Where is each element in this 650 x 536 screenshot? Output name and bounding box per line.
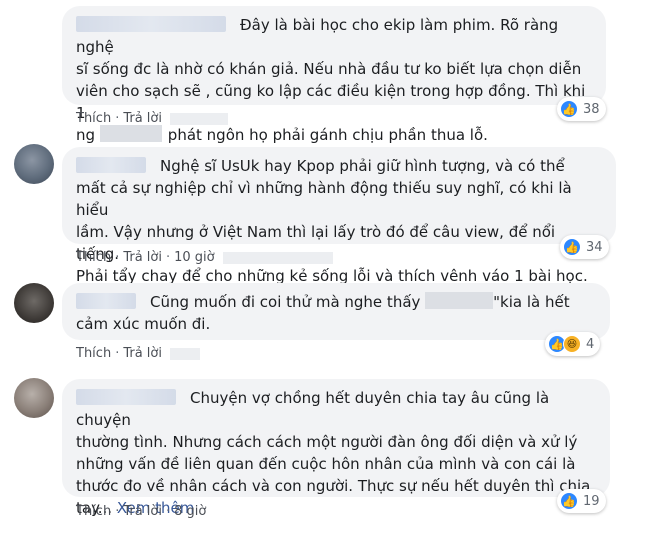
comment-text-line: sĩ sống đc là nhờ có khán giả. Nếu nhà đ… xyxy=(76,60,582,78)
reply-link[interactable]: Trả lời xyxy=(123,250,162,265)
like-icon: 👍 xyxy=(563,238,581,256)
reaction-count: 34 xyxy=(586,239,603,255)
commenter-name-redacted[interactable] xyxy=(76,388,176,405)
reply-link[interactable]: Trả lời xyxy=(123,346,162,361)
reaction-count: 19 xyxy=(583,493,600,509)
separator: · xyxy=(165,504,171,519)
commenter-name-redacted[interactable] xyxy=(76,15,226,32)
like-icon: 👍 xyxy=(560,492,578,510)
reaction-summary[interactable]: 👍 38 xyxy=(557,97,606,121)
comment-text-line: "kia là hết xyxy=(493,293,570,311)
reply-link[interactable]: Trả lời xyxy=(123,111,162,126)
like-link[interactable]: Thích xyxy=(76,504,111,519)
timestamp-redacted[interactable] xyxy=(169,347,200,360)
avatar[interactable] xyxy=(14,378,54,418)
comment-text-line: phát ngôn họ phải gánh chịu phần thua lỗ… xyxy=(167,126,488,144)
reaction-summary[interactable]: 👍 34 xyxy=(560,235,609,259)
comment-text-line: Cũng muốn đi coi thử mà nghe thấy xyxy=(150,293,426,311)
redacted-text xyxy=(222,251,333,264)
comment-text-line: những vấn đề liên quan đến cuộc hôn nhân… xyxy=(76,455,576,473)
comment-actions: Thích · Trả lời · 10 giờ xyxy=(76,250,333,265)
comment-actions: Thích · Trả lời xyxy=(76,346,200,361)
comment-text-line: thường tình. Nhưng cách cách một người đ… xyxy=(76,433,578,451)
like-link[interactable]: Thích xyxy=(76,111,111,126)
reaction-summary[interactable]: 👍 😆 4 xyxy=(545,332,601,356)
comment-text-line: thước đo về nhân cách và con người. Thực… xyxy=(76,477,591,495)
separator: · xyxy=(115,250,120,265)
separator: · xyxy=(165,250,171,265)
comment-bubble: Nghệ sĩ UsUk hay Kpop phải giữ hình tượn… xyxy=(62,147,616,285)
avatar[interactable] xyxy=(14,283,54,323)
comment-bubble: Chuyện vợ chồng hết duyên chia tay âu cũ… xyxy=(62,379,610,517)
comment-bubble: Đây là bài học cho ekip làm phim. Rõ ràn… xyxy=(62,6,606,144)
reaction-count: 38 xyxy=(583,101,600,117)
redacted-text xyxy=(425,292,494,309)
timestamp-redacted[interactable] xyxy=(169,112,228,125)
commenter-name-redacted[interactable] xyxy=(76,292,136,309)
like-link[interactable]: Thích xyxy=(76,346,111,361)
comment-actions: Thích · Trả lời xyxy=(76,111,228,126)
comment-text-line: cảm xúc muốn đi. xyxy=(76,315,211,333)
separator: · xyxy=(115,504,120,519)
commenter-name-redacted[interactable] xyxy=(76,156,146,173)
reaction-summary[interactable]: 👍 19 xyxy=(557,489,606,513)
like-icon: 👍 xyxy=(560,100,578,118)
haha-icon: 😆 xyxy=(563,335,581,353)
comment-text-line: ng xyxy=(76,126,100,144)
comment-bubble: Cũng muốn đi coi thử mà nghe thấy "kia l… xyxy=(62,283,610,340)
avatar[interactable] xyxy=(14,144,54,184)
comment-text-line: Nghệ sĩ UsUk hay Kpop phải giữ hình tượn… xyxy=(160,157,565,175)
comment-text-line: mất cả sự nghiệp chỉ vì những hành động … xyxy=(76,179,572,219)
reaction-count: 4 xyxy=(586,336,595,352)
comment-actions: Thích · Trả lời · 8 giờ xyxy=(76,504,206,519)
avatar[interactable] xyxy=(14,6,54,46)
redacted-text xyxy=(99,125,162,142)
reply-link[interactable]: Trả lời xyxy=(123,504,162,519)
like-link[interactable]: Thích xyxy=(76,250,111,265)
separator: · xyxy=(115,346,120,361)
timestamp[interactable]: 8 giờ xyxy=(174,504,206,519)
separator: · xyxy=(115,111,120,126)
timestamp[interactable]: 10 giờ xyxy=(174,250,215,265)
